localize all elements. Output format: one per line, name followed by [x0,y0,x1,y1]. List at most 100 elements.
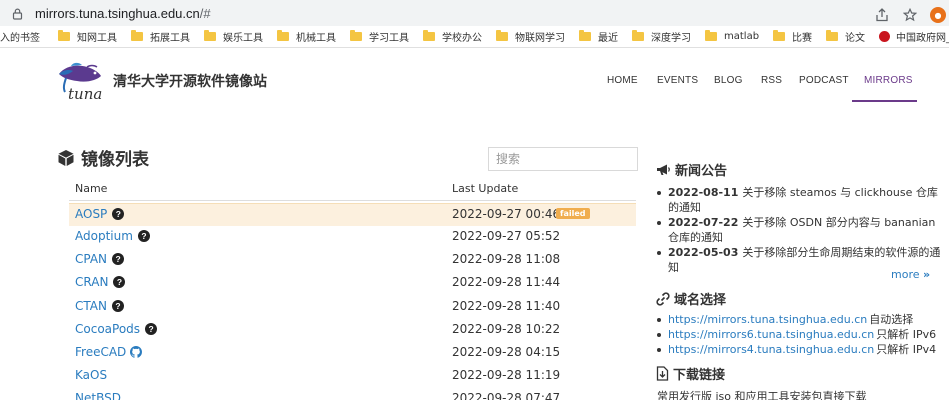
bookmark-label: 知网工具 [77,33,117,44]
help-icon[interactable]: ? [137,230,150,242]
nav-podcast[interactable]: PODCAST [799,75,849,86]
mirror-name-link[interactable]: NetBSD [75,391,121,400]
bookmark-item[interactable]: 中国政府网_中央人... [879,29,949,44]
mirror-name-link[interactable]: CTAN? [75,299,124,313]
megaphone-icon [657,164,670,175]
table-row: NetBSD 2022-09-28 07:47 [69,388,636,400]
last-update-cell: 2022-09-28 10:22 [452,322,561,336]
tuna-logo-icon[interactable]: tuna [57,62,107,104]
gov-emblem-icon [879,31,891,42]
bookmark-label: 深度学习 [651,33,691,44]
cube-icon [58,150,74,166]
url-path: /# [199,6,211,21]
mirror-name: AOSP [75,207,108,221]
help-icon[interactable]: ? [145,323,158,335]
bookmark-item[interactable]: 机械工具 [277,29,336,44]
mirror-name-link[interactable]: KaOS [75,368,107,382]
domain-link[interactable]: https://mirrors.tuna.tsinghua.edu.cn [668,313,867,326]
mirror-name: Adoptium [75,229,133,243]
mirror-name-link[interactable]: AOSP? [75,207,125,221]
folder-icon [579,30,591,41]
bookmarks-bar: 入的书签 知网工具 拓展工具 娱乐工具 机械工具 学习工具 学校办公 物联网学习 最近 深度学习 m… [0,26,949,48]
folder-icon [632,30,644,41]
bookmark-item[interactable]: 知网工具 [58,29,117,44]
domain-link[interactable]: https://mirrors6.tuna.tsinghua.edu.cn [668,328,874,341]
github-icon[interactable] [130,346,143,358]
address-bar[interactable]: mirrors.tuna.tsinghua.edu.cn/# ● [0,2,946,24]
folder-icon [773,30,786,41]
bookmark-label: 论文 [845,33,866,44]
mirror-name-link[interactable]: FreeCAD [75,345,143,359]
lock-icon[interactable] [11,7,24,20]
help-icon[interactable]: ? [112,253,125,265]
file-download-icon [656,366,669,381]
column-header-name[interactable]: Name [75,182,107,195]
help-icon[interactable]: ? [112,208,125,220]
bookmark-label: 中国政府网_中央人... [896,33,949,44]
mirror-name: NetBSD [75,391,121,400]
news-item[interactable]: 2022-08-11 关于移除 steamos 与 clickhouse 仓库的通… [656,185,941,215]
nav-rss[interactable]: RSS [761,75,782,86]
news-item[interactable]: 2022-07-22 关于移除 OSDN 部分内容与 bananian 仓库的通知 [656,215,941,245]
mirror-name-link[interactable]: CocoaPods? [75,322,158,336]
site-title[interactable]: 清华大学开源软件镜像站 [113,71,267,91]
mirror-name-link[interactable]: Adoptium? [75,229,150,243]
nav-active-indicator [852,100,917,102]
domain-item: https://mirrors4.tuna.tsinghua.edu.cn 只解析… [656,342,946,357]
mirror-name-link[interactable]: CRAN? [75,275,126,289]
domains-title: 域名选择 [674,293,727,308]
status-badge: failed [556,208,590,219]
bookmark-item[interactable]: 比赛 [773,29,812,44]
bookmark-item[interactable]: 拓展工具 [131,29,190,44]
search-input[interactable] [488,147,638,171]
domain-list: https://mirrors.tuna.tsinghua.edu.cn 自动选择… [656,312,946,357]
bookmark-item[interactable]: matlab [705,30,759,42]
folder-icon [58,30,70,41]
bookmark-label: 娱乐工具 [223,33,263,44]
bookmark-item[interactable]: 娱乐工具 [204,29,263,44]
bookmark-label: 入的书签 [0,33,40,44]
bookmark-item[interactable]: 论文 [826,29,865,44]
profile-avatar-icon[interactable]: ● [930,7,946,23]
last-update-cell: 2022-09-28 04:15 [452,345,561,359]
bookmark-label: 学习工具 [369,33,409,44]
mirror-name-link[interactable]: CPAN? [75,252,125,266]
bookmark-item[interactable]: 入的书签 [0,29,40,44]
bookmark-item[interactable]: 物联网学习 [496,29,565,44]
folder-icon [496,30,508,41]
bookmark-item[interactable]: 深度学习 [632,29,691,44]
nav-blog[interactable]: BLOG [714,75,743,86]
last-update-cell: 2022-09-28 11:08 [452,252,561,266]
mirror-name: CTAN [75,299,107,313]
bookmark-label: 最近 [598,33,618,44]
folder-icon [705,30,717,41]
table-row: CocoaPods? 2022-09-28 10:22 [69,319,636,342]
table-row: AOSP? 2022-09-27 00:46 failed [69,203,636,226]
nav-home[interactable]: HOME [607,75,638,86]
nav-events[interactable]: EVENTS [657,75,698,86]
column-header-last-update[interactable]: Last Update [452,182,518,195]
share-icon[interactable] [874,7,890,23]
bookmark-star-icon[interactable] [902,7,918,23]
table-header-divider [69,200,636,201]
url-text[interactable]: mirrors.tuna.tsinghua.edu.cn/# [35,6,211,21]
bookmark-item[interactable]: 最近 [579,29,618,44]
folder-icon [131,30,143,41]
help-icon[interactable]: ? [113,276,126,288]
help-icon[interactable]: ? [111,300,124,312]
logo-text: tuna [68,85,102,103]
downloads-description: 常用发行版 iso 和应用工具安装包直接下载 [657,390,867,400]
domain-item: https://mirrors6.tuna.tsinghua.edu.cn 只解析… [656,327,946,342]
more-news-link[interactable]: more » [891,268,930,281]
bookmark-item[interactable]: 学校办公 [423,29,482,44]
domain-link[interactable]: https://mirrors4.tuna.tsinghua.edu.cn [668,343,874,356]
news-title: 新闻公告 [675,164,728,179]
folder-icon [826,30,839,41]
last-update-cell: 2022-09-27 00:46 [452,207,561,221]
domain-note: 只解析 IPv6 [876,328,937,341]
table-row: Adoptium? 2022-09-27 05:52 [69,226,636,249]
bookmark-item[interactable]: 学习工具 [350,29,409,44]
nav-mirrors[interactable]: MIRRORS [864,75,913,86]
last-update-cell: 2022-09-28 11:19 [452,368,561,382]
news-date: 2022-05-03 [668,246,739,259]
